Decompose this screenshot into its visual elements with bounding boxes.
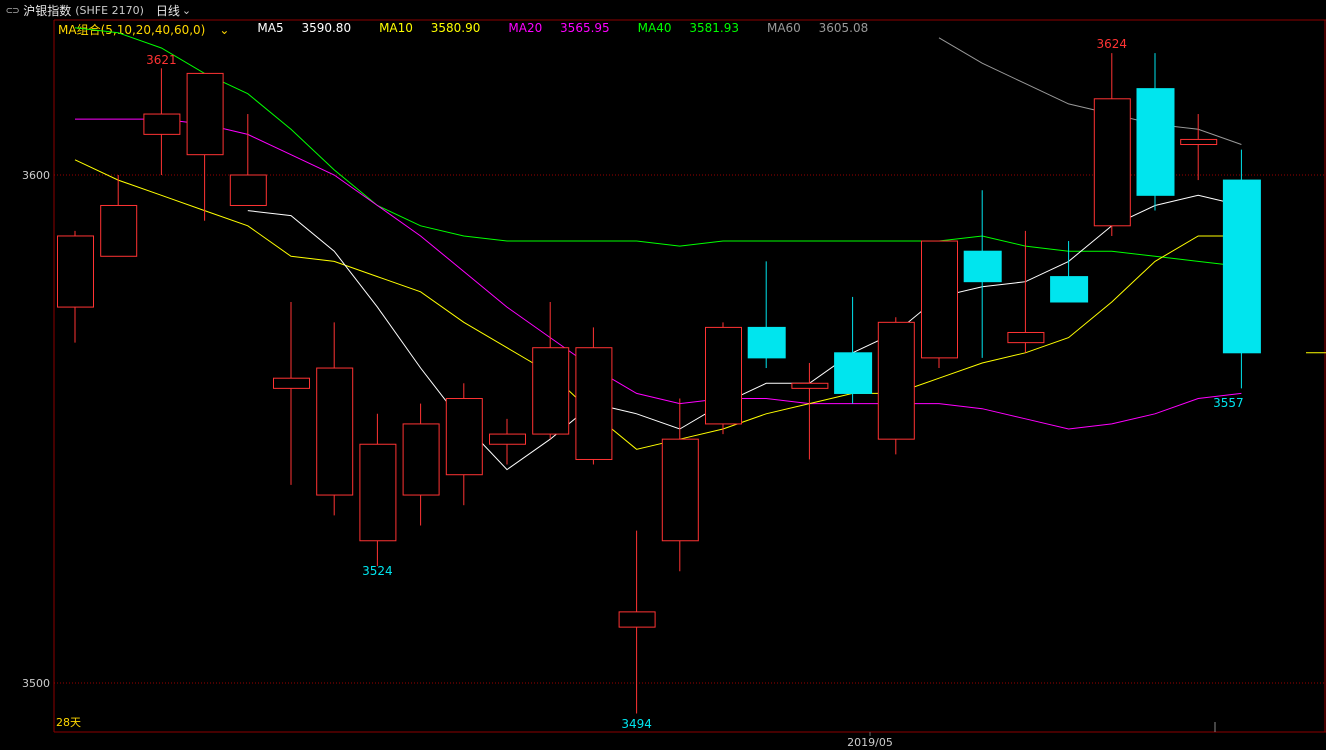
candle-body-up[interactable] (186, 72, 224, 156)
x-tick-label: 2019/05 (847, 736, 893, 749)
candle-body-up[interactable] (229, 174, 267, 206)
candle-body-up[interactable] (661, 438, 699, 542)
candle-body-down[interactable] (747, 326, 786, 359)
candlestick-chart[interactable]: 3600 3500 2019/05 28天 3621 3624 3494 3524 3557 (0, 0, 1326, 750)
candle-body-up[interactable] (1180, 138, 1218, 146)
last-low-label: 3557 (1213, 396, 1244, 410)
candle-body-up[interactable] (575, 347, 613, 460)
candle-body-up[interactable] (316, 367, 354, 496)
candle-body-up[interactable] (57, 235, 94, 308)
candle-body-up[interactable] (273, 377, 310, 389)
candle-body-up[interactable] (705, 326, 742, 425)
y-tick-label: 3600 (22, 169, 50, 182)
candle-body-up[interactable] (921, 240, 958, 359)
candle-body-up[interactable] (618, 611, 656, 628)
candle-body-down[interactable] (834, 352, 873, 394)
ma20-line (75, 118, 1242, 430)
candle-body-up[interactable] (877, 321, 915, 440)
candle-body-up[interactable] (100, 204, 138, 257)
candle-body-up[interactable] (1093, 98, 1131, 227)
candle-body-up[interactable] (143, 113, 181, 135)
ma5-line (247, 194, 1242, 471)
y-tick-label: 3500 (22, 677, 50, 690)
candle-body-down[interactable] (963, 250, 1002, 283)
candle-body-down[interactable] (1222, 179, 1261, 354)
candle-body-up[interactable] (1007, 331, 1045, 344)
candle-body-down[interactable] (1136, 88, 1175, 196)
day-count-label: 28天 (56, 716, 81, 729)
low-label: 3494 (621, 717, 652, 731)
candle-body-up[interactable] (791, 382, 829, 389)
candle-body-up[interactable] (489, 433, 526, 445)
candle-body-down[interactable] (1050, 276, 1089, 303)
high-label-2: 3624 (1097, 37, 1128, 51)
high-label: 3621 (146, 53, 177, 67)
candle-body-up[interactable] (445, 398, 483, 476)
ma40-line (74, 27, 1242, 267)
candle-body-up[interactable] (532, 347, 570, 435)
candle-body-up[interactable] (359, 443, 397, 542)
ma60-line (938, 37, 1242, 145)
candle-body-up[interactable] (402, 423, 440, 496)
low-label-2: 3524 (362, 564, 393, 578)
